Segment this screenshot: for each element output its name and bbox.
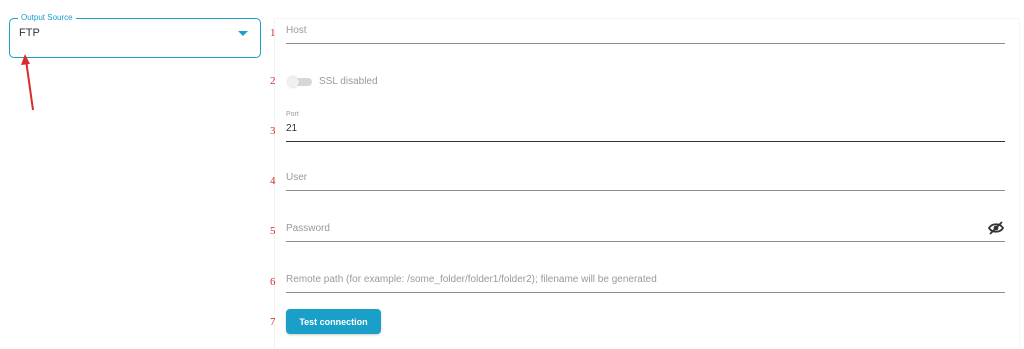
marker-3: 3: [270, 125, 276, 137]
port-field[interactable]: 21: [286, 117, 1005, 142]
user-field[interactable]: User: [286, 166, 1005, 191]
marker-7: 7: [270, 316, 276, 328]
host-placeholder: Host: [286, 25, 307, 36]
marker-6: 6: [270, 276, 276, 288]
output-source-value: FTP: [19, 27, 40, 39]
remote-path-placeholder: Remote path (for example: /some_folder/f…: [286, 274, 657, 285]
annotation-arrow-icon: [21, 54, 34, 111]
remote-path-field[interactable]: Remote path (for example: /some_folder/f…: [286, 268, 1005, 293]
marker-2: 2: [270, 75, 276, 87]
marker-4: 4: [270, 175, 276, 187]
ssl-label: SSL disabled: [319, 76, 378, 87]
marker-5: 5: [270, 225, 276, 237]
output-source-select[interactable]: Output Source FTP: [9, 12, 261, 58]
ssl-toggle[interactable]: [287, 76, 313, 88]
user-placeholder: User: [286, 172, 308, 183]
port-value: 21: [286, 123, 298, 134]
host-field[interactable]: Host: [286, 19, 1005, 44]
left-pane: Output Source FTP: [0, 0, 268, 346]
ssl-toggle-knob: [287, 76, 299, 88]
chevron-down-icon[interactable]: [238, 31, 248, 36]
test-connection-button[interactable]: Test connection: [286, 309, 381, 334]
password-placeholder: Password: [286, 223, 330, 234]
password-field[interactable]: Password: [286, 217, 1005, 242]
marker-1: 1: [270, 27, 276, 39]
eye-off-icon[interactable]: [988, 221, 1004, 235]
output-source-legend: Output Source: [18, 12, 76, 24]
